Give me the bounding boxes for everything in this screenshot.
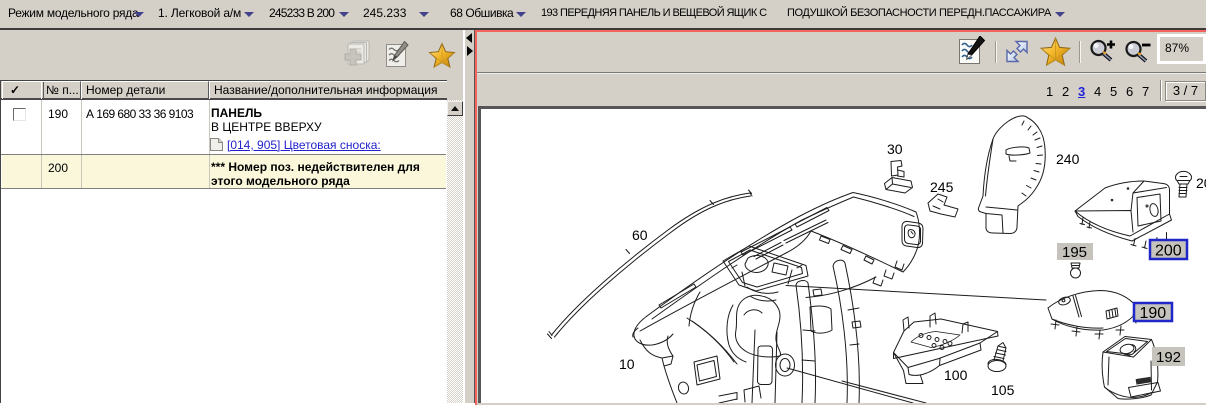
svg-text:30: 30	[887, 141, 903, 157]
svg-text:245: 245	[930, 179, 954, 195]
svg-text:60: 60	[632, 227, 648, 243]
svg-text:195: 195	[1062, 244, 1087, 261]
svg-text:10: 10	[619, 356, 635, 372]
svg-text:20: 20	[1196, 175, 1206, 191]
svg-text:240: 240	[1056, 151, 1080, 167]
svg-text:190: 190	[1140, 305, 1167, 322]
svg-text:105: 105	[991, 382, 1015, 398]
svg-text:200: 200	[1155, 243, 1182, 260]
svg-text:192: 192	[1156, 349, 1181, 366]
svg-text:100: 100	[944, 367, 968, 383]
